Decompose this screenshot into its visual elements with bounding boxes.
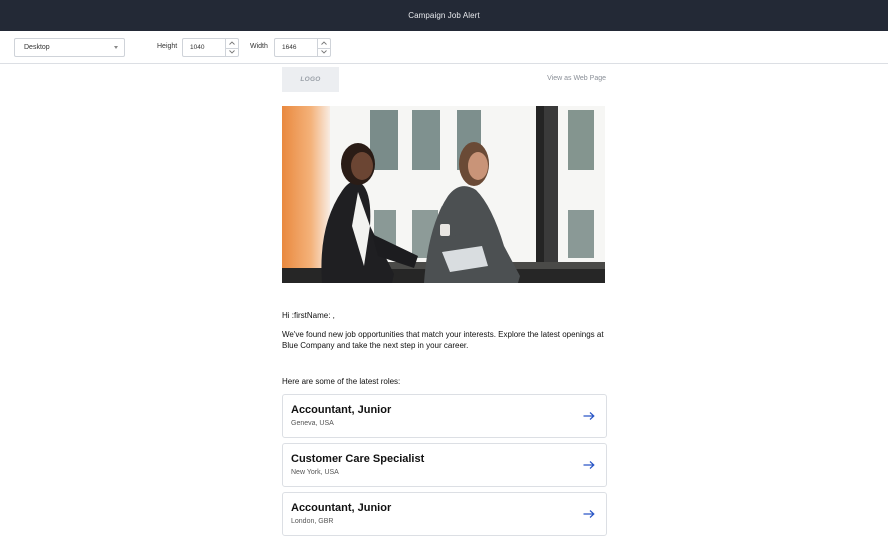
arrow-right-icon [583,510,595,518]
intro-paragraph: We've found new job opportunities that m… [282,330,604,350]
hero-image [282,106,605,283]
hero-photo [282,106,605,283]
job-title: Accountant, Junior [291,502,392,514]
height-decrement-button[interactable] [226,47,238,57]
logo-text: LOGO [300,76,321,83]
job-card[interactable]: Accountant, Junior Geneva, USA [282,394,607,438]
job-title: Customer Care Specialist [291,453,425,465]
title-bar: Campaign Job Alert [0,0,888,31]
height-stepper [225,39,238,56]
caret-down-icon [114,46,118,49]
width-label: Width [250,43,268,50]
job-location: New York, USA [291,469,339,476]
roles-heading: Here are some of the latest roles: [282,377,401,386]
job-location: London, GBR [291,518,334,525]
email-preview: LOGO View as Web Page Hi:firstName: , W… [282,64,607,539]
height-increment-button[interactable] [226,39,238,48]
job-location: Geneva, USA [291,420,334,427]
window-title: Campaign Job Alert [408,11,480,20]
width-value: 1646 [282,44,297,51]
width-decrement-button[interactable] [318,47,330,57]
arrow-right-icon [583,412,595,420]
width-stepper [317,39,330,56]
chevron-up-icon [321,41,327,46]
job-card[interactable]: Customer Care Specialist New York, USA [282,443,607,487]
device-select-value: Desktop [24,44,50,51]
greeting-text: Hi :firstName: , [282,311,335,320]
chevron-down-icon [321,50,327,54]
height-value: 1040 [190,44,205,51]
job-card[interactable]: Accountant, Junior London, GBR [282,492,607,536]
logo: LOGO [282,67,339,92]
width-input[interactable]: 1646 [274,38,331,57]
width-increment-button[interactable] [318,39,330,48]
chevron-down-icon [229,50,235,54]
view-as-web-page-link[interactable]: View as Web Page [547,75,606,82]
job-title: Accountant, Junior [291,404,392,416]
arrow-right-icon [583,461,595,469]
toolbar: Desktop Height 1040 Width 1646 [0,31,888,64]
chevron-up-icon [229,41,235,46]
height-input[interactable]: 1040 [182,38,239,57]
device-select[interactable]: Desktop [14,38,125,57]
height-label: Height [157,43,178,50]
